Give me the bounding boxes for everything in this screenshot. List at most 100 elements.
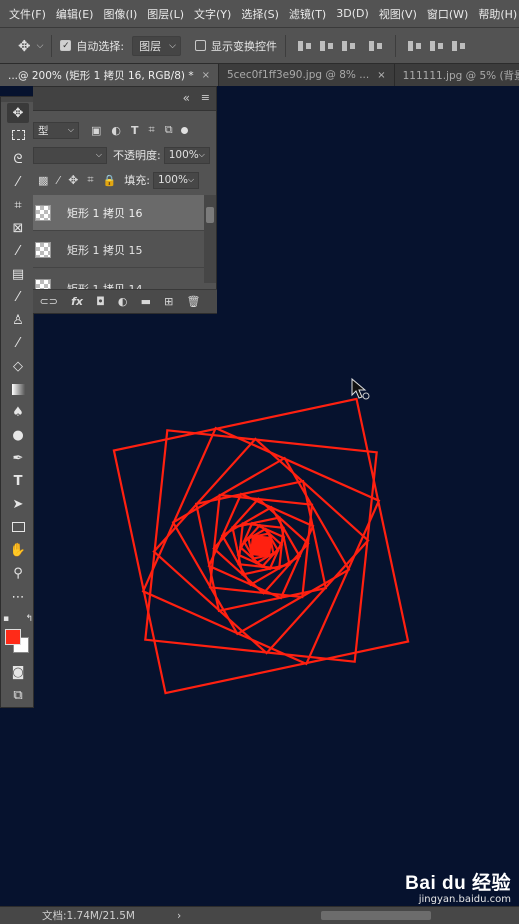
eyedropper-icon[interactable]: ⁄	[7, 241, 29, 261]
align-left-icon[interactable]	[297, 38, 313, 54]
lock-paint-icon[interactable]: ⁄	[57, 174, 59, 187]
new-layer-icon[interactable]: ⊞	[164, 295, 173, 308]
lasso-icon[interactable]: ᘓ	[7, 149, 29, 169]
add-mask-icon[interactable]: ◘	[96, 295, 105, 308]
fill-field[interactable]: 100% ⌵	[152, 171, 199, 189]
filter-toggle-icon[interactable]	[180, 126, 188, 134]
filter-shape-icon[interactable]: ⌗	[149, 123, 155, 137]
filter-type-icon[interactable]: T	[131, 124, 139, 137]
path-select-icon[interactable]: ➤	[7, 494, 29, 514]
menu-view[interactable]: 视图(V)	[374, 6, 422, 22]
adjustment-layer-icon[interactable]: ◐	[118, 295, 128, 308]
layer-name[interactable]: 矩形 1 拷贝 16	[67, 205, 143, 221]
filter-pixel-icon[interactable]: ▣	[91, 124, 101, 137]
show-transform-checkbox[interactable]	[194, 40, 206, 51]
history-brush-icon[interactable]: ⁄	[7, 333, 29, 353]
move-icon[interactable]: ✥	[7, 103, 29, 123]
tab-document-3[interactable]: 111111.jpg @ 5% (背景...	[395, 64, 519, 86]
quick-mask-icon[interactable]: ◙	[7, 662, 29, 682]
close-icon[interactable]: ×	[202, 70, 210, 81]
align-center-icon[interactable]	[319, 38, 335, 54]
menu-help[interactable]: 帮助(H)	[473, 6, 519, 22]
blur-icon[interactable]: ♠	[7, 402, 29, 422]
panel-menu-icon[interactable]: ≡	[201, 91, 210, 104]
filter-adjust-icon[interactable]: ◐	[111, 124, 121, 137]
layer-thumbnail	[35, 241, 51, 258]
eraser-icon[interactable]: ◇	[7, 356, 29, 376]
collapse-icon[interactable]: «	[183, 91, 190, 105]
tab-document-2[interactable]: 5cec0f1ff3e90.jpg @ 8% ... ×	[219, 64, 395, 86]
auto-select-target-value: 图层	[139, 39, 162, 53]
marquee-icon[interactable]	[7, 125, 29, 145]
layer-row[interactable]: 矩形 1 拷贝 16	[33, 195, 205, 231]
hand-icon[interactable]: ✋	[7, 540, 29, 560]
more-icon[interactable]: ⋯	[7, 587, 29, 607]
healing-icon[interactable]: ▤	[7, 264, 29, 284]
lock-all-icon[interactable]: 🔒	[103, 174, 117, 187]
layers-footer: ⊂⊃ fx ◘ ◐ ▬ ⊞ 🗑	[33, 289, 217, 313]
mouse-cursor-icon	[351, 377, 370, 400]
layers-scrollbar[interactable]	[204, 195, 216, 283]
rectangle-icon[interactable]	[7, 517, 29, 537]
move-tool-preset-icon[interactable]: ✥	[18, 37, 31, 55]
type-icon[interactable]: T	[7, 471, 29, 491]
chevron-down-icon[interactable]: ⌵	[37, 41, 44, 51]
layer-thumbnail	[35, 204, 51, 221]
foreground-color-swatch[interactable]	[5, 629, 21, 645]
layer-row[interactable]: 矩形 1 拷贝 14	[33, 269, 205, 291]
align-justify-icon[interactable]	[368, 38, 384, 54]
lock-artboard-icon[interactable]: ⌗	[87, 173, 93, 187]
close-icon[interactable]: ×	[377, 70, 385, 81]
opacity-field[interactable]: 100% ⌵	[163, 146, 210, 164]
menu-filter[interactable]: 滤镜(T)	[284, 6, 331, 22]
panel-grip[interactable]	[1, 97, 33, 102]
gradient-icon[interactable]	[7, 379, 29, 399]
screen-mode-icon[interactable]: ⧉	[7, 685, 29, 705]
pen-icon[interactable]: ✒	[7, 448, 29, 468]
doc-size[interactable]: 文档:1.74M/21.5M	[42, 908, 135, 923]
menu-image[interactable]: 图像(I)	[98, 6, 142, 22]
options-bar: ✥ ⌵ ✓ 自动选择: 图层 ⌵ 显示变换控件	[0, 28, 519, 64]
swap-colors-icon[interactable]: ▪ ↰	[3, 609, 33, 629]
chevron-down-icon: ⌵	[187, 175, 195, 184]
crop-icon[interactable]: ⌗	[7, 195, 29, 215]
new-group-icon[interactable]: ▬	[141, 295, 151, 308]
menu-select[interactable]: 选择(S)	[236, 6, 284, 22]
lock-move-icon[interactable]: ✥	[68, 173, 78, 187]
delete-layer-icon[interactable]: 🗑	[186, 295, 200, 308]
status-menu-arrow[interactable]: ›	[177, 910, 181, 922]
scroll-thumb[interactable]	[206, 207, 214, 223]
stamp-icon[interactable]: ♙	[7, 310, 29, 330]
frame-icon[interactable]: ⊠	[7, 218, 29, 238]
magic-wand-icon[interactable]: ⁄	[7, 172, 29, 192]
menu-3d[interactable]: 3D(D)	[331, 7, 374, 20]
link-layers-icon[interactable]: ⊂⊃	[40, 295, 58, 308]
layer-row[interactable]: 矩形 1 拷贝 15	[33, 232, 205, 268]
fx-icon[interactable]: fx	[71, 295, 83, 308]
auto-select-target-dropdown[interactable]: 图层 ⌵	[132, 35, 181, 56]
filter-smart-icon[interactable]: ⧉	[165, 123, 173, 137]
menu-edit[interactable]: 编辑(E)	[51, 6, 99, 22]
dodge-icon[interactable]: ●	[7, 425, 29, 445]
opacity-value: 100%	[168, 149, 199, 161]
menu-window[interactable]: 窗口(W)	[422, 6, 473, 22]
tab-document-active[interactable]: ...@ 200% (矩形 1 拷贝 16, RGB/8) * ×	[0, 64, 219, 86]
menu-layer[interactable]: 图层(L)	[142, 6, 189, 22]
blend-mode-dropdown[interactable]: ⌵	[33, 146, 107, 164]
menu-type[interactable]: 文字(Y)	[189, 6, 236, 22]
tab-title: 5cec0f1ff3e90.jpg @ 8% ...	[226, 69, 370, 81]
tab-title: 111111.jpg @ 5% (背景...	[402, 69, 519, 82]
align-top-icon[interactable]	[407, 38, 423, 54]
horizontal-scrollbar[interactable]	[321, 911, 432, 920]
layer-name[interactable]: 矩形 1 拷贝 15	[67, 242, 143, 258]
brush-icon[interactable]: ⁄	[7, 287, 29, 307]
zoom-icon[interactable]: ⚲	[7, 563, 29, 583]
auto-select-checkbox[interactable]: ✓	[60, 40, 72, 51]
align-right-icon[interactable]	[341, 38, 357, 54]
align-middle-icon[interactable]	[429, 38, 445, 54]
align-bottom-icon[interactable]	[451, 38, 467, 54]
layer-kind-filter[interactable]: 型 ⌵	[33, 121, 79, 139]
menu-file[interactable]: 文件(F)	[4, 6, 51, 22]
lock-transparent-icon[interactable]: ▩	[38, 174, 48, 187]
filter-row: 型 ⌵ ▣ ◐ T ⌗ ⧉	[33, 119, 217, 141]
